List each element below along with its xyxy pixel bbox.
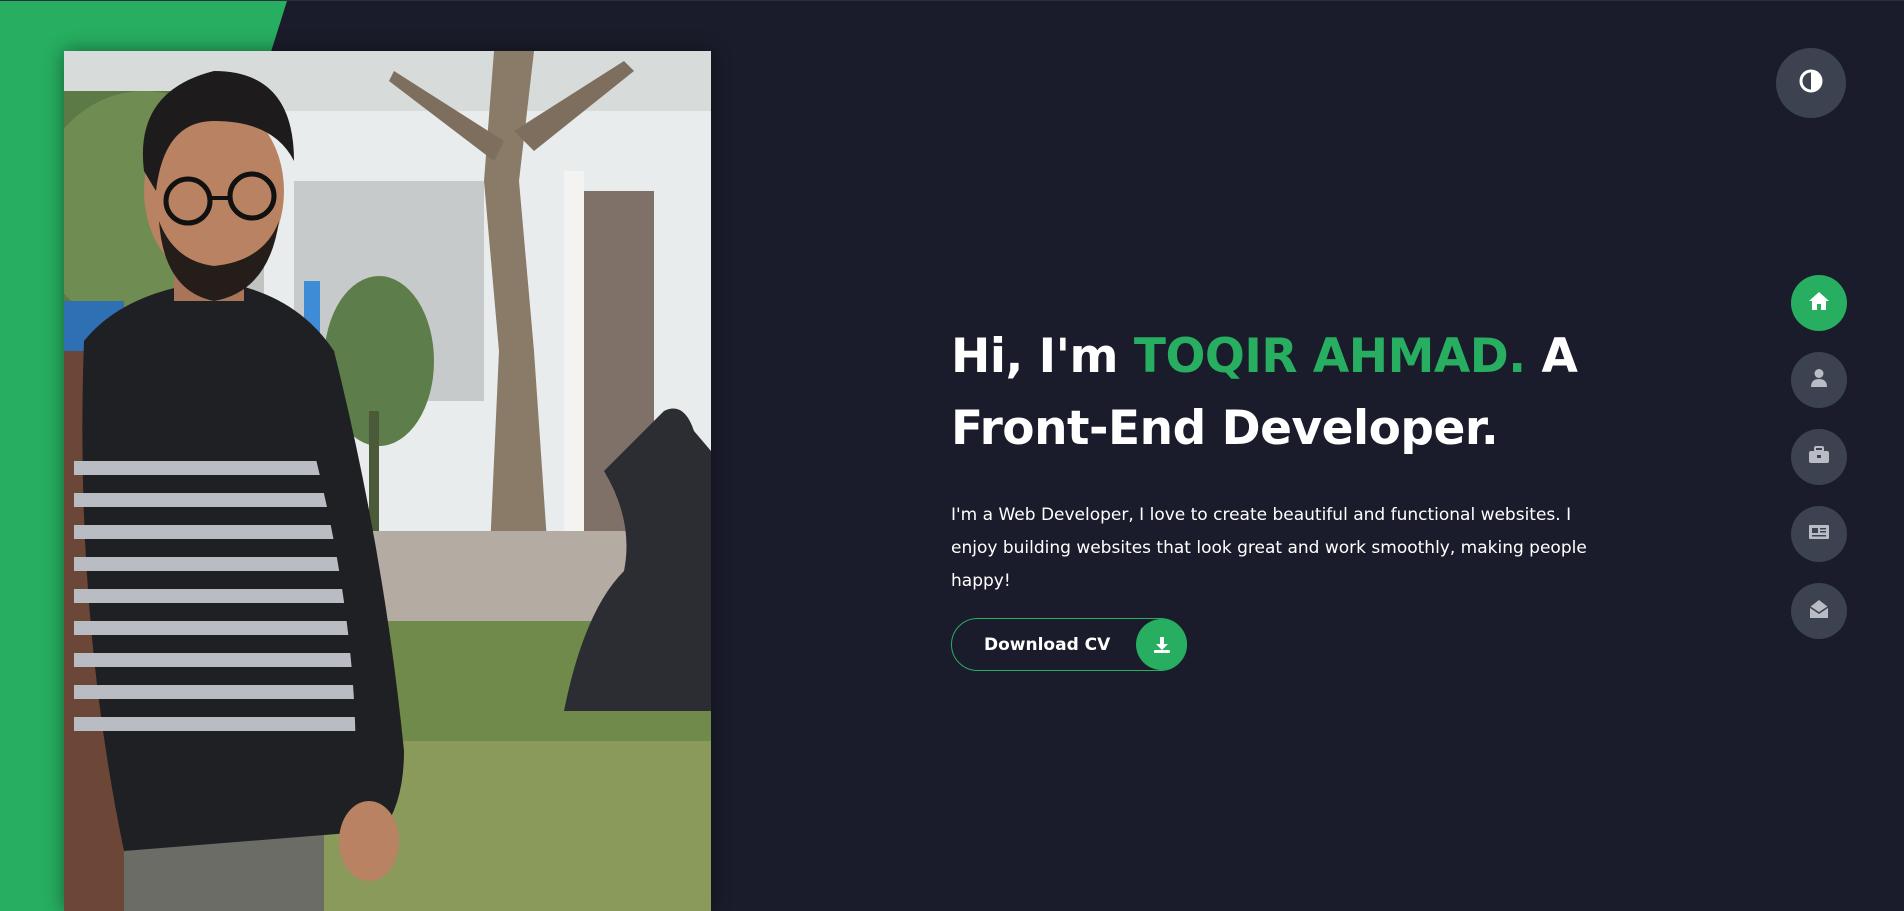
role-text-b: Front-End Developer.	[951, 401, 1499, 456]
envelope-open-icon	[1809, 599, 1829, 623]
nav-contact[interactable]	[1791, 583, 1847, 639]
download-cv-label: Download CV	[984, 634, 1111, 655]
contrast-icon	[1799, 69, 1823, 97]
name-highlight: TOQIR AHMAD.	[1133, 329, 1526, 384]
home-icon	[1808, 291, 1830, 315]
side-navigation	[1791, 275, 1847, 660]
download-icon	[1136, 619, 1187, 670]
role-text-a: A	[1525, 329, 1578, 384]
home-page: Hi, I'm TOQIR AHMAD. A Front-End Develope…	[0, 0, 1904, 911]
profile-photo-illustration	[64, 51, 711, 911]
green-side-strip	[0, 1, 64, 911]
newspaper-icon	[1808, 524, 1830, 544]
theme-toggle-button[interactable]	[1776, 48, 1846, 118]
profile-photo	[64, 51, 711, 911]
hero-section: Hi, I'm TOQIR AHMAD. A Front-End Develope…	[951, 321, 1631, 671]
nav-home[interactable]	[1791, 275, 1847, 331]
briefcase-icon	[1808, 446, 1830, 468]
greeting-text: Hi, I'm	[951, 329, 1134, 384]
hero-description: I'm a Web Developer, I love to create be…	[951, 505, 1587, 591]
nav-about[interactable]	[1791, 352, 1847, 408]
hero-heading: Hi, I'm TOQIR AHMAD. A Front-End Develope…	[951, 321, 1631, 465]
nav-portfolio[interactable]	[1791, 429, 1847, 485]
user-icon	[1810, 368, 1828, 392]
download-cv-button[interactable]: Download CV	[951, 618, 1187, 671]
nav-blog[interactable]	[1791, 506, 1847, 562]
